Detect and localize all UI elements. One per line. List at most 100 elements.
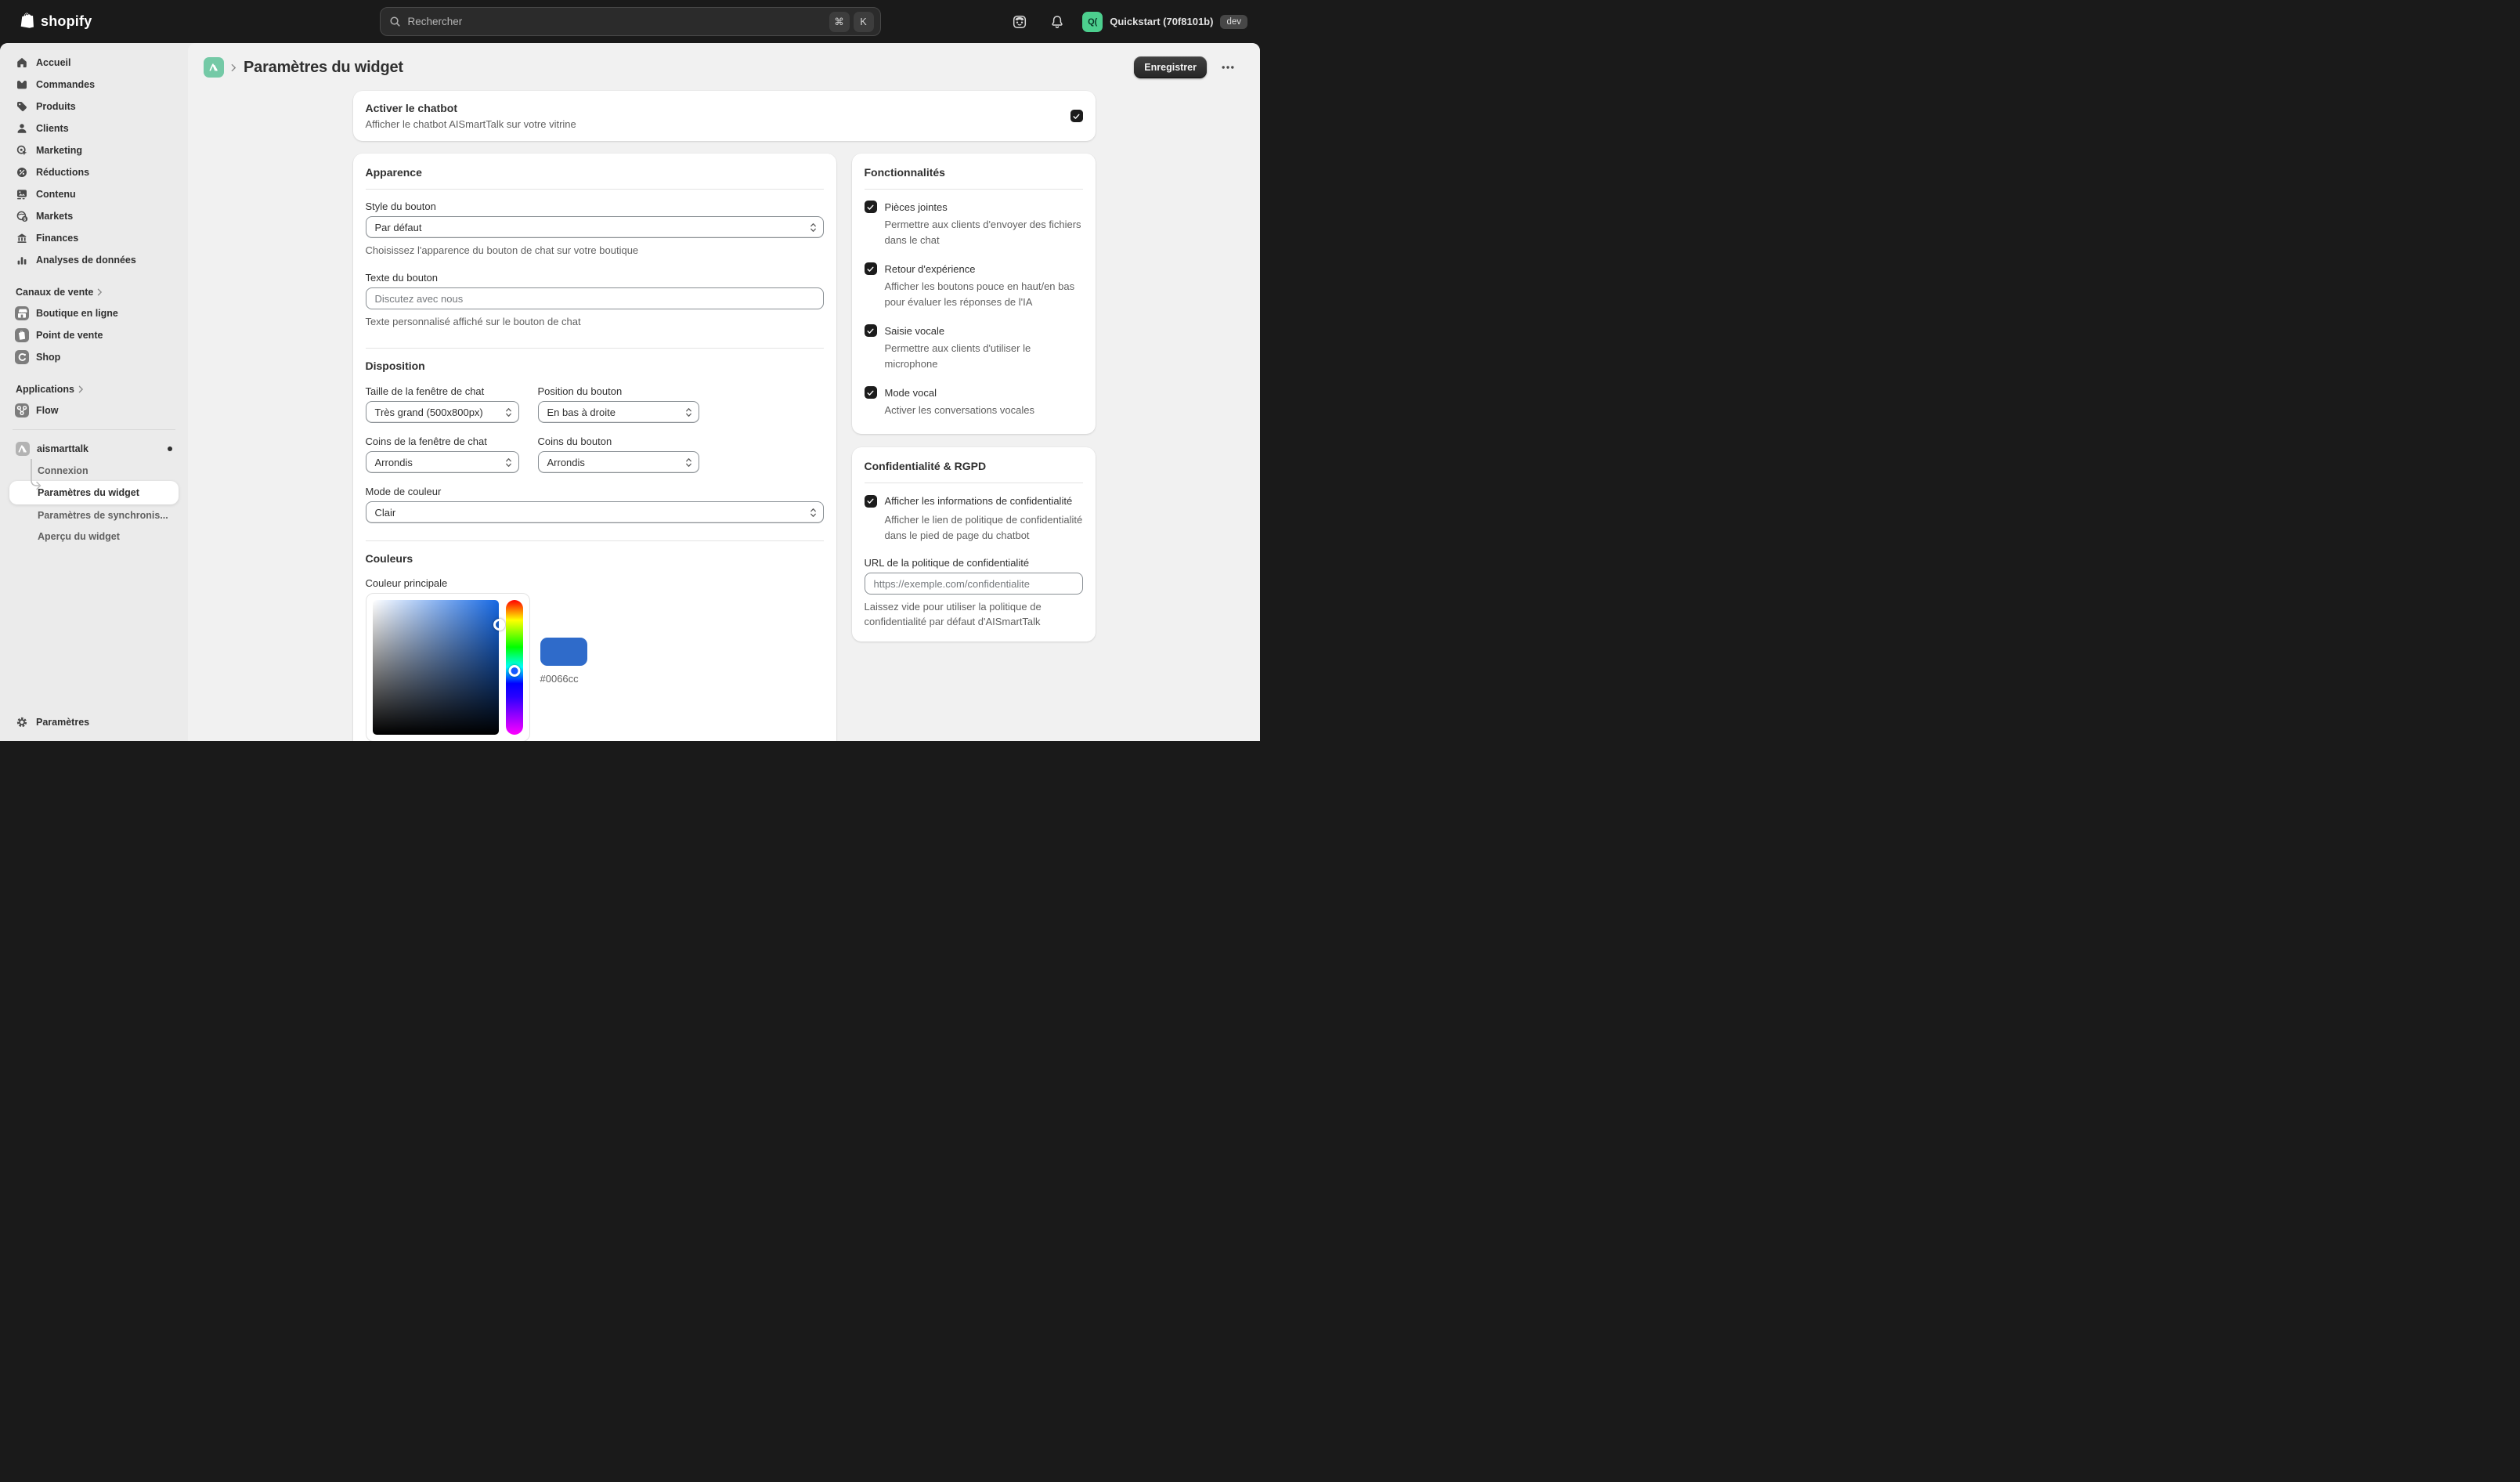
sidebar-item-analyses[interactable]: Analyses de données — [9, 249, 179, 271]
sidebar-item-flow[interactable]: Flow — [9, 399, 179, 421]
sidebar-item-finances[interactable]: Finances — [9, 227, 179, 249]
sidebar-item-reductions[interactable]: Réductions — [9, 161, 179, 183]
button-style-help: Choisissez l'apparence du bouton de chat… — [366, 244, 824, 258]
sidebar-item-produits[interactable]: Produits — [9, 96, 179, 117]
window-corners-label: Coins de la fenêtre de chat — [366, 436, 519, 447]
sidebar-item-label: Boutique en ligne — [36, 308, 118, 319]
sidebar-item-parametres-du-widget[interactable]: Paramètres du widget — [9, 481, 179, 504]
privacy-url-input[interactable] — [865, 573, 1083, 595]
divider — [366, 189, 824, 190]
appearance-card: Apparence Style du bouton Par défaut Cho… — [353, 154, 836, 741]
discount-icon — [16, 166, 28, 179]
button-text-input[interactable] — [366, 287, 824, 309]
sidebar-item-label: Produits — [36, 101, 76, 112]
hue-slider[interactable] — [506, 600, 523, 735]
section-label: Canaux de vente — [16, 287, 93, 298]
account-name: Quickstart (70f8101b) — [1110, 16, 1213, 27]
window-corners-select[interactable]: Arrondis — [366, 451, 519, 473]
flow-icon — [15, 403, 29, 417]
sidebar-item-marketing[interactable]: Marketing — [9, 139, 179, 161]
sidebar-item-contenu[interactable]: Contenu — [9, 183, 179, 205]
window-size-value: Très grand (500x800px) — [375, 407, 483, 418]
sidebar-item-connexion[interactable]: Connexion — [9, 460, 179, 481]
feature-description: Permettre aux clients d'envoyer des fich… — [885, 217, 1083, 248]
orders-icon — [16, 78, 28, 91]
sidekick-button[interactable] — [1007, 9, 1032, 34]
applications-header[interactable]: Applications — [9, 379, 179, 399]
privacy-checkbox-label: Afficher les informations de confidentia… — [885, 494, 1073, 509]
feature-item: Retour d'expérience Afficher les boutons… — [865, 262, 1083, 309]
gear-icon — [16, 716, 28, 728]
button-position-label: Position du bouton — [538, 385, 699, 397]
sidebar-item-aismarttalk[interactable]: aismarttalk — [9, 438, 179, 460]
sidebar-item-label: Commandes — [36, 79, 95, 90]
notifications-button[interactable] — [1045, 9, 1070, 34]
dev-badge: dev — [1220, 15, 1247, 29]
target-icon — [16, 144, 28, 157]
bell-icon — [1049, 14, 1065, 30]
section-label: Applications — [16, 384, 74, 395]
privacy-card: Confidentialité & RGPD Afficher les info… — [852, 447, 1096, 642]
feature-label: Pièces jointes — [885, 201, 948, 213]
content-icon — [16, 188, 28, 201]
sidebar-item-label: Shop — [36, 352, 60, 363]
sidebar-item-markets[interactable]: $ Markets — [9, 205, 179, 227]
features-card: Fonctionnalités Pièces jointes Permettre… — [852, 154, 1096, 434]
sidebar-item-commandes[interactable]: Commandes — [9, 74, 179, 96]
breadcrumb: Paramètres du widget — [204, 57, 403, 78]
color-mode-select[interactable]: Clair — [366, 501, 824, 523]
feature-label: Retour d'expérience — [885, 263, 976, 275]
sidebar-item-shop[interactable]: Shop — [9, 346, 179, 368]
select-stepper-icon — [684, 457, 693, 468]
attachments-checkbox[interactable] — [865, 201, 877, 213]
enable-chatbot-checkbox[interactable] — [1070, 110, 1083, 122]
sidebar-item-boutique-en-ligne[interactable]: Boutique en ligne — [9, 302, 179, 324]
sales-channels-header[interactable]: Canaux de vente — [9, 282, 179, 302]
enable-chatbot-card: Activer le chatbot Afficher le chatbot A… — [353, 91, 1096, 141]
more-actions-icon[interactable] — [1221, 60, 1235, 74]
select-stepper-icon — [504, 457, 513, 468]
sidebar-item-apercu-du-widget[interactable]: Aperçu du widget — [9, 526, 179, 547]
save-button[interactable]: Enregistrer — [1134, 56, 1207, 78]
feedback-checkbox[interactable] — [865, 262, 877, 275]
color-mode-value: Clair — [375, 507, 396, 519]
hue-handle[interactable] — [508, 665, 520, 677]
button-style-select[interactable]: Par défaut — [366, 216, 824, 238]
home-icon — [16, 56, 28, 69]
feature-label: Saisie vocale — [885, 325, 945, 337]
bar-chart-icon — [16, 254, 28, 266]
sidebar-item-parametres[interactable]: Paramètres — [9, 711, 179, 733]
enable-chatbot-description: Afficher le chatbot AISmartTalk sur votr… — [366, 118, 576, 130]
divider — [366, 540, 824, 541]
search-placeholder: Rechercher — [408, 16, 825, 27]
button-position-select[interactable]: En bas à droite — [538, 401, 699, 423]
page-header: Paramètres du widget Enregistrer — [188, 43, 1260, 78]
aismarttalk-app-icon — [16, 442, 30, 456]
sidebar-item-accueil[interactable]: Accueil — [9, 52, 179, 74]
feature-label: Mode vocal — [885, 387, 937, 399]
account-menu[interactable]: Q( Quickstart (70f8101b) dev — [1082, 12, 1247, 32]
saturation-handle[interactable] — [493, 619, 505, 631]
voice-mode-checkbox[interactable] — [865, 386, 877, 399]
sidebar-item-label: Paramètres du widget — [38, 487, 139, 498]
person-icon — [16, 122, 28, 135]
global-search-input[interactable]: Rechercher ⌘ K — [380, 7, 881, 36]
sidebar-divider — [13, 429, 175, 430]
online-store-icon — [15, 306, 29, 320]
privacy-info-checkbox[interactable] — [865, 495, 877, 508]
sidebar-item-parametres-de-synchronisation[interactable]: Paramètres de synchronis... — [9, 504, 179, 526]
button-corners-select[interactable]: Arrondis — [538, 451, 699, 473]
button-corners-label: Coins du bouton — [538, 436, 699, 447]
colors-title: Couleurs — [366, 552, 824, 565]
aismarttalk-breadcrumb-icon[interactable] — [204, 57, 224, 78]
button-corners-value: Arrondis — [547, 457, 585, 468]
shop-app-icon — [15, 350, 29, 364]
sidebar-item-clients[interactable]: Clients — [9, 117, 179, 139]
sidebar-item-point-de-vente[interactable]: Point de vente — [9, 324, 179, 346]
saturation-area[interactable] — [373, 600, 499, 735]
layout-title: Disposition — [366, 360, 824, 372]
chevron-right-icon — [78, 385, 84, 393]
window-size-select[interactable]: Très grand (500x800px) — [366, 401, 519, 423]
voice-input-checkbox[interactable] — [865, 324, 877, 337]
shopify-logo: shopify — [0, 12, 92, 31]
